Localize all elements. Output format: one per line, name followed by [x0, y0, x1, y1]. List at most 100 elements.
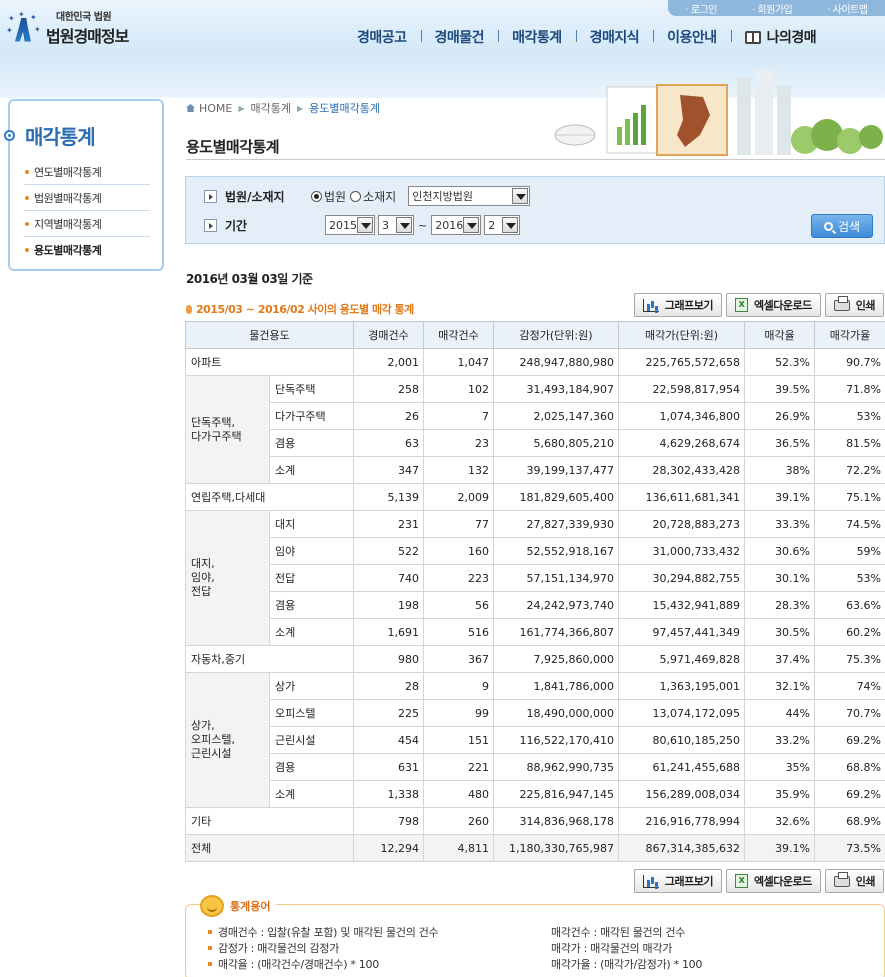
excel-download-button[interactable]: X 엑셀다운로드	[726, 869, 821, 893]
table-cell: 30,294,882,755	[618, 564, 746, 592]
logo-title: 법원경매정보	[46, 27, 129, 46]
table-cell: 24,242,973,740	[493, 591, 620, 619]
table-cell: 74%	[814, 672, 885, 700]
to-month-select[interactable]: 2	[484, 215, 521, 235]
table-row: 상가, 오피스텔, 근린시설 상가 28 9 1,841,786,000 1,363,19…	[185, 672, 885, 808]
bullet-icon	[186, 304, 192, 314]
table-row: 다가구주택 26 7 2,025,147,360 1,074,346,800 26.9% 5…	[186, 402, 885, 430]
chevron-down-icon	[512, 188, 529, 204]
table-cell: 2,001	[353, 348, 425, 376]
radio-location[interactable]	[350, 190, 362, 202]
table-header: 물건용도 경매건수 매각건수 감정가(단위:원) 매각가(단위:원) 매각율 매…	[184, 321, 885, 349]
excel-icon: X	[735, 298, 749, 312]
breadcrumb-home[interactable]: HOME	[199, 102, 232, 115]
radio-location-label[interactable]: 소재지	[363, 188, 396, 205]
table-row: 소계 347 132 39,199,137,477 28,302,433,428 38% 7…	[186, 456, 885, 484]
table-cell: 516	[423, 618, 495, 646]
gnb-my-auction[interactable]: 나의경매	[730, 27, 831, 47]
table-cell: 347	[353, 456, 425, 484]
table-row: 자동차,중기 980 367 7,925,860,000 5,971,469,828 37…	[184, 645, 885, 673]
court-emblem-icon: ✦ ✦ ✦ ✦ ✦	[6, 10, 42, 46]
action-buttons-top: 그래프보기 X 엑셀다운로드 인쇄	[633, 293, 884, 317]
row-label: 전체	[184, 834, 355, 862]
table-cell: 71.8%	[814, 375, 885, 403]
table-cell: 32.1%	[744, 672, 816, 700]
table-cell: 63.6%	[814, 591, 885, 619]
table-cell: 223	[423, 564, 495, 592]
radio-court-label[interactable]: 법원	[324, 188, 346, 205]
sidebar-item-yearly-stats[interactable]: 연도별매각통계	[24, 159, 150, 185]
row-label: 단독주택	[268, 375, 355, 403]
table-cell: 221	[423, 753, 495, 781]
excel-icon: X	[735, 874, 749, 888]
search-button[interactable]: 검색	[811, 214, 873, 238]
table-cell: 260	[423, 807, 495, 835]
table-cell: 61,241,455,688	[618, 753, 746, 781]
table-cell: 68.9%	[814, 807, 885, 835]
table-cell: 314,836,968,178	[493, 807, 620, 835]
table-cell: 30.1%	[744, 564, 816, 592]
graph-view-button[interactable]: 그래프보기	[633, 869, 723, 893]
home-icon	[186, 104, 195, 112]
row-label: 겸용	[268, 753, 355, 781]
table-cell: 39.1%	[744, 483, 816, 511]
gnb-my-auction-label: 나의경매	[766, 30, 817, 46]
table-cell: 30.6%	[744, 537, 816, 565]
sidebar-item-court-stats[interactable]: 법원별매각통계	[24, 185, 150, 211]
table-row: 오피스텔 225 99 18,490,000,000 13,074,172,095 44%…	[186, 699, 885, 727]
table-cell: 631	[353, 753, 425, 781]
court-label: 법원/소재지	[225, 189, 285, 204]
graph-view-button[interactable]: 그래프보기	[633, 293, 723, 317]
login-link[interactable]: 로그인	[686, 1, 718, 16]
table-cell: 1,180,330,765,987	[493, 834, 620, 862]
bar-chart-icon	[642, 298, 659, 312]
gnb-auction-notice[interactable]: 경매공고	[343, 27, 421, 47]
site-logo[interactable]: ✦ ✦ ✦ ✦ ✦ 대한민국 법원 법원경매정보	[6, 8, 129, 47]
chevron-down-icon	[502, 217, 519, 233]
row-label: 소계	[268, 456, 355, 484]
court-select[interactable]: 인천지방법원	[408, 186, 531, 206]
table-cell: 7	[423, 402, 495, 430]
radio-court[interactable]	[311, 190, 322, 202]
from-year-select[interactable]: 2015	[325, 215, 375, 235]
range-separator: ~	[418, 218, 428, 232]
table-row: 겸용 198 56 24,242,973,740 15,432,941,889 28.3%…	[186, 591, 885, 619]
print-button[interactable]: 인쇄	[824, 869, 884, 893]
arrow-right-icon	[204, 218, 217, 232]
logo-subtitle: 대한민국 법원	[56, 12, 112, 23]
table-cell: 4,629,268,674	[618, 429, 746, 457]
table-cell: 116,522,170,410	[493, 726, 620, 754]
utility-bar: 로그인 회원가입 사이트맵	[668, 0, 885, 16]
col-header: 물건용도	[184, 321, 355, 349]
term-item: 매각가 : 매각물건의 매각가	[551, 942, 673, 955]
signup-link[interactable]: 회원가입	[752, 1, 792, 16]
breadcrumb-section[interactable]: 매각통계	[251, 100, 291, 116]
to-year-select[interactable]: 2016	[431, 215, 482, 235]
table-cell: 36.5%	[744, 429, 816, 457]
row-label: 근린시설	[268, 726, 355, 754]
smile-icon	[200, 895, 224, 917]
excel-download-button[interactable]: X 엑셀다운로드	[726, 293, 821, 317]
sidebar-item-region-stats[interactable]: 지역별매각통계	[24, 211, 150, 237]
sitemap-link[interactable]: 사이트맵	[827, 1, 868, 16]
row-label: 임야	[268, 537, 355, 565]
table-row: 아파트 2,001 1,047 248,947,880,980 225,765,572,…	[184, 348, 885, 376]
gnb-usage-guide[interactable]: 이용안내	[653, 27, 731, 47]
table-cell: 81.5%	[814, 429, 885, 457]
from-month-select[interactable]: 3	[378, 215, 414, 235]
table-cell: 161,774,366,807	[493, 618, 620, 646]
table-cell: 454	[353, 726, 425, 754]
gnb-sale-stats[interactable]: 매각통계	[498, 27, 576, 47]
row-label: 겸용	[268, 429, 355, 457]
print-button[interactable]: 인쇄	[824, 293, 884, 317]
row-label: 겸용	[268, 591, 355, 619]
table-cell: 31,000,733,432	[618, 537, 746, 565]
chevron-down-icon	[357, 217, 373, 233]
gnb-auction-items[interactable]: 경매물건	[420, 27, 499, 47]
table-cell: 4,811	[423, 834, 495, 862]
sidebar-item-usage-stats[interactable]: 용도별매각통계	[24, 237, 150, 263]
table-cell: 7,925,860,000	[493, 645, 620, 673]
gnb-auction-knowledge[interactable]: 경매지식	[575, 27, 654, 47]
row-label: 다가구주택	[268, 402, 355, 430]
term-item: 경매건수 : 입찰(유찰 포함) 및 매각된 물건의 건수	[208, 924, 439, 940]
